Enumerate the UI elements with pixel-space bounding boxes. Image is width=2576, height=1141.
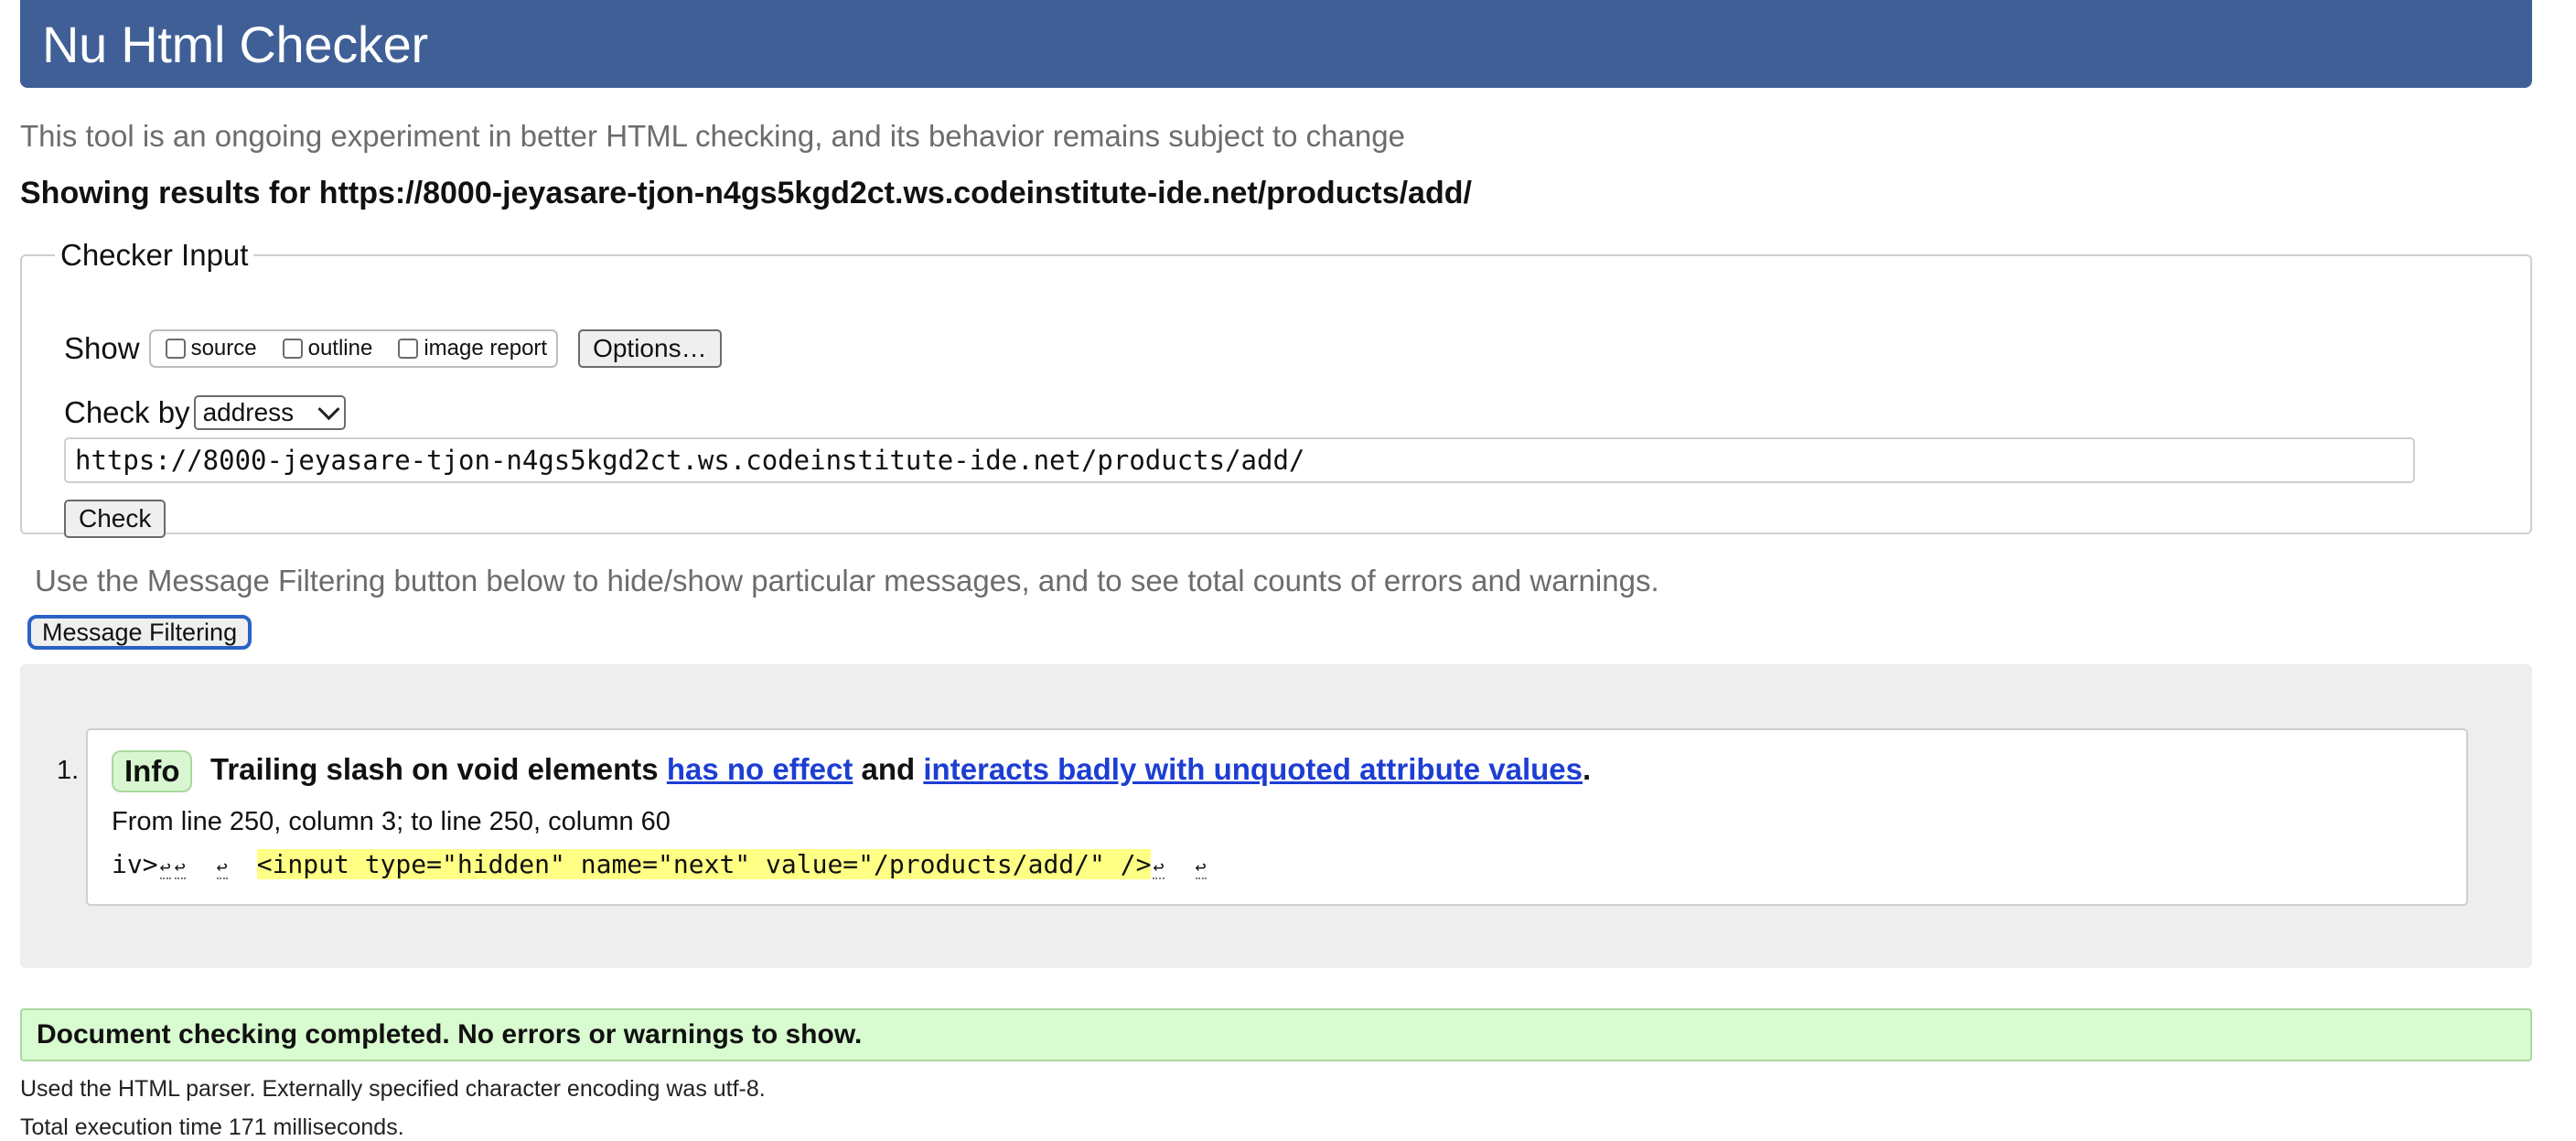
extract-prefix: iv> [112, 849, 158, 879]
check-button[interactable]: Check [64, 500, 166, 538]
line-feed-icon: ↩ [1153, 856, 1165, 879]
check-by-select[interactable]: address [193, 395, 346, 430]
message-text-start: Trailing slash on void elements [210, 752, 667, 786]
message-text: Trailing slash on void elements has no e… [210, 752, 1591, 787]
check-by-value: address [202, 398, 295, 426]
line-feed-icon: ↩ [174, 856, 186, 879]
chevron-down-icon [317, 397, 340, 420]
checker-input-panel: Checker Input Show source outline image … [20, 238, 2532, 538]
has-no-effect-link[interactable]: has no effect [667, 752, 853, 786]
show-row: Show source outline image report Options… [64, 329, 722, 368]
outline-label: outline [307, 336, 373, 361]
parser-note: Used the HTML parser. Externally specifi… [20, 1076, 766, 1102]
line-feed-icon: ↩ [159, 856, 171, 879]
source-extract: iv> ↩ ↩ ↩ <input type="hidden" name="next" v… [112, 849, 1208, 879]
message-text-mid: and [853, 752, 924, 786]
show-outline-option[interactable]: outline [277, 336, 373, 361]
extract-highlight: <input type="hidden" name="next" value="… [256, 849, 1152, 879]
message-filtering-button[interactable]: Message Filtering [27, 615, 252, 650]
show-source-option[interactable]: source [160, 336, 257, 361]
options-button[interactable]: Options… [578, 329, 722, 368]
execution-time: Total execution time 171 milliseconds. [20, 1114, 404, 1140]
info-badge: Info [112, 750, 193, 792]
line-feed-icon: ↩ [1195, 856, 1207, 879]
check-by-row: Check by address [64, 395, 346, 430]
show-label: Show [64, 331, 140, 365]
filtering-hint: Use the Message Filtering button below t… [35, 564, 1659, 597]
url-input[interactable]: https://8000-jeyasare-tjon-n4gs5kgd2ct.w… [64, 437, 2415, 483]
page: Nu Html Checker This tool is an ongoing … [0, 0, 2576, 1140]
message-location: From line 250, column 3; to line 250, co… [112, 807, 671, 836]
check-by-label: Check by [64, 395, 190, 429]
message-text-end: . [1582, 752, 1592, 786]
show-options-group: source outline image report [148, 329, 559, 368]
unquoted-attribute-values-link[interactable]: interacts badly with unquoted attribute … [923, 752, 1583, 786]
outline-checkbox[interactable] [282, 339, 303, 359]
intro-text: This tool is an ongoing experiment in be… [20, 119, 1405, 153]
line-feed-icon: ↩ [216, 856, 228, 879]
success-message: Document checking completed. No errors o… [20, 1008, 2532, 1061]
results-heading: Showing results for https://8000-jeyasar… [20, 176, 1472, 210]
app-title: Nu Html Checker [42, 16, 428, 73]
message-number: 1. [57, 756, 80, 785]
image-report-checkbox[interactable] [398, 339, 419, 359]
checker-legend: Checker Input [60, 238, 249, 272]
image-report-label: image report [424, 336, 548, 361]
source-label: source [190, 336, 257, 361]
results-panel: 1. Info Trailing slash on void elements … [20, 664, 2532, 968]
source-checkbox[interactable] [165, 339, 186, 359]
message-item: Info Trailing slash on void elements has… [86, 728, 2468, 906]
app-header: Nu Html Checker [20, 0, 2532, 88]
show-image-report-option[interactable]: image report [392, 336, 547, 361]
